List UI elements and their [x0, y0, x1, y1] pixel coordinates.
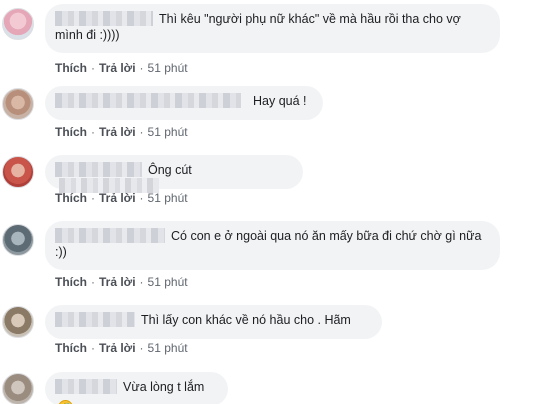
comment-bubble: Vừa lòng t lắm 🤣	[45, 372, 228, 404]
comment-actions: Thích · Trả lời · 51 phút	[55, 275, 188, 289]
timestamp-link[interactable]: 51 phút	[148, 341, 188, 355]
comment-text: Ông cút	[148, 163, 192, 177]
like-link[interactable]: Thích	[55, 341, 87, 355]
comment-bubble: Hay quá !	[45, 86, 323, 120]
separator-dot: ·	[91, 191, 95, 205]
comment-bubble: Có con e ở ngoài qua nó ăn mấy bữa đi ch…	[45, 221, 500, 270]
separator-dot: ·	[91, 61, 95, 75]
reply-link[interactable]: Trả lời	[99, 125, 136, 139]
commenter-name-blurred[interactable]	[55, 379, 117, 394]
comment-actions: Thích · Trả lời · 51 phút	[55, 61, 188, 75]
commenter-name-blurred[interactable]	[55, 228, 165, 243]
like-link[interactable]: Thích	[55, 275, 87, 289]
commenter-name-blurred[interactable]	[55, 312, 135, 327]
commenter-name-blurred[interactable]	[55, 162, 142, 177]
timestamp-link[interactable]: 51 phút	[148, 275, 188, 289]
comment-bubble: Thì lấy con khác về nó hầu cho . Hãm	[45, 305, 382, 339]
comment-bubble: Thì kêu "người phụ nữ khác" về mà hầu rồ…	[45, 4, 500, 53]
reply-link[interactable]: Trả lời	[99, 191, 136, 205]
comment-actions: Thích · Trả lời · 51 phút	[55, 125, 188, 139]
comment-actions: Thích · Trả lời · 51 phút	[55, 191, 188, 205]
separator-dot: ·	[139, 61, 144, 75]
avatar[interactable]	[2, 306, 34, 338]
avatar[interactable]	[2, 224, 34, 256]
separator-dot: ·	[91, 275, 95, 289]
timestamp-link[interactable]: 51 phút	[148, 61, 188, 75]
separator-dot: ·	[91, 341, 95, 355]
like-link[interactable]: Thích	[55, 61, 87, 75]
separator-dot: ·	[139, 125, 144, 139]
avatar[interactable]	[2, 8, 34, 40]
comment-text: Hay quá !	[253, 94, 307, 108]
avatar[interactable]	[2, 156, 34, 188]
rolling-laughing-emoji-icon: 🤣	[58, 400, 73, 404]
like-link[interactable]: Thích	[55, 191, 87, 205]
comment-text: Vừa lòng t lắm	[123, 380, 205, 394]
separator-dot: ·	[91, 125, 95, 139]
comment-text: Thì lấy con khác về nó hầu cho . Hãm	[141, 313, 351, 327]
commenter-name-blurred[interactable]	[55, 11, 153, 26]
separator-dot: ·	[139, 191, 144, 205]
separator-dot: ·	[139, 275, 144, 289]
comment-actions: Thích · Trả lời · 51 phút	[55, 341, 188, 355]
timestamp-link[interactable]: 51 phút	[148, 191, 188, 205]
separator-dot: ·	[139, 341, 144, 355]
avatar[interactable]	[2, 373, 34, 404]
timestamp-link[interactable]: 51 phút	[148, 125, 188, 139]
reply-link[interactable]: Trả lời	[99, 341, 136, 355]
commenter-name-blurred[interactable]	[55, 93, 241, 108]
comment-bubble: Ông cút	[45, 155, 303, 193]
reply-link[interactable]: Trả lời	[99, 61, 136, 75]
like-link[interactable]: Thích	[55, 125, 87, 139]
reply-link[interactable]: Trả lời	[99, 275, 136, 289]
avatar[interactable]	[2, 88, 34, 120]
comment-thread: Thì kêu "người phụ nữ khác" về mà hầu rồ…	[0, 0, 541, 404]
